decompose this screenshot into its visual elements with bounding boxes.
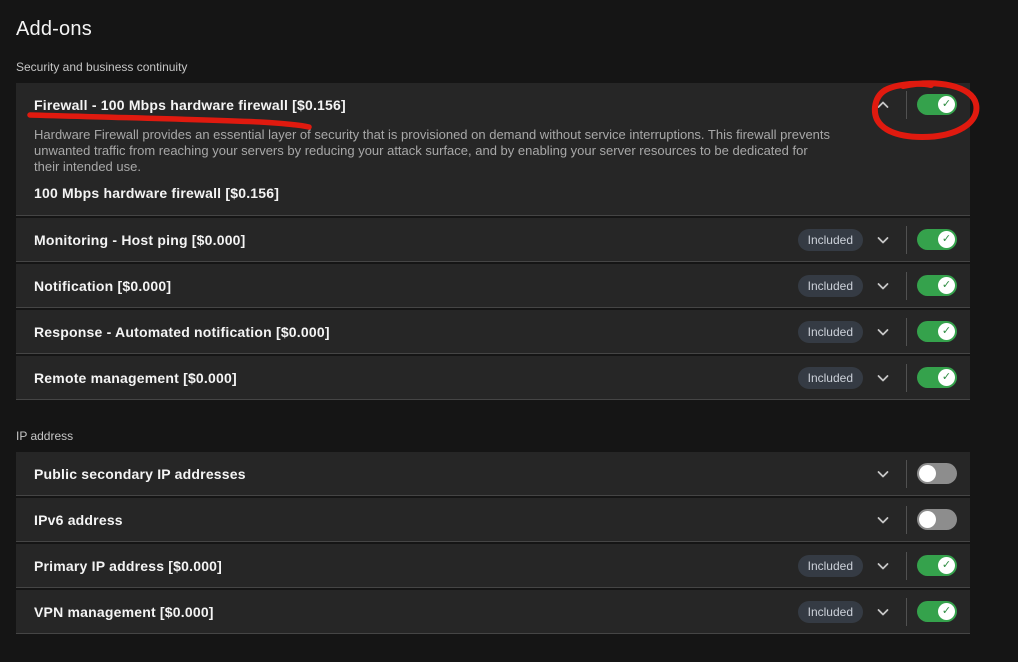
toggle-knob: ✓ [919,511,936,528]
included-badge: Included [798,321,863,343]
check-icon: ✓ [942,372,951,383]
toggle-knob: ✓ [919,465,936,482]
chevron-down-icon[interactable] [875,278,891,294]
addon-row-vpn-management[interactable]: VPN management [$0.000] Included ✓ [16,590,970,633]
firewall-details: Hardware Firewall provides an essential … [16,127,970,215]
toggle-primary-ip[interactable]: ✓ [917,555,957,576]
included-badge: Included [798,367,863,389]
page-title: Add-ons [16,0,970,41]
check-icon: ✓ [942,560,951,571]
addon-row-ipv6[interactable]: IPv6 address ✓ [16,498,970,541]
check-icon: ✓ [942,326,951,337]
divider [906,598,907,626]
included-badge: Included [798,275,863,297]
addon-title: Notification [$0.000] [34,278,171,294]
chevron-down-icon[interactable] [875,558,891,574]
addon-card-notification: Notification [$0.000] Included ✓ [16,264,970,308]
divider [906,506,907,534]
divider [906,226,907,254]
addon-card-remote-management: Remote management [$0.000] Included ✓ [16,356,970,400]
toggle-monitoring[interactable]: ✓ [917,229,957,250]
divider [906,272,907,300]
firewall-description: Hardware Firewall provides an essential … [34,127,832,175]
addon-title: IPv6 address [34,512,123,528]
addon-card-ipv6: IPv6 address ✓ [16,498,970,542]
addon-card-vpn-management: VPN management [$0.000] Included ✓ [16,590,970,634]
toggle-knob: ✓ [938,369,955,386]
section-label-security: Security and business continuity [16,60,970,74]
addon-row-remote-management[interactable]: Remote management [$0.000] Included ✓ [16,356,970,399]
addon-title: VPN management [$0.000] [34,604,214,620]
addon-card-monitoring: Monitoring - Host ping [$0.000] Included… [16,218,970,262]
addon-card-firewall: Firewall - 100 Mbps hardware firewall [$… [16,83,970,216]
addon-title: Primary IP address [$0.000] [34,558,222,574]
divider [906,364,907,392]
addons-panel: Add-ons Security and business continuity… [16,0,970,634]
chevron-down-icon[interactable] [875,370,891,386]
toggle-ipv6[interactable]: ✓ [917,509,957,530]
toggle-remote-management[interactable]: ✓ [917,367,957,388]
chevron-down-icon[interactable] [875,232,891,248]
included-badge: Included [798,555,863,577]
toggle-vpn-management[interactable]: ✓ [917,601,957,622]
check-icon: ✓ [942,99,951,110]
addon-title: Firewall - 100 Mbps hardware firewall [$… [34,97,346,113]
divider [906,460,907,488]
toggle-knob: ✓ [938,323,955,340]
toggle-public-secondary-ip[interactable]: ✓ [917,463,957,484]
divider [906,318,907,346]
chevron-down-icon[interactable] [875,324,891,340]
toggle-knob: ✓ [938,603,955,620]
addon-title: Public secondary IP addresses [34,466,246,482]
included-badge: Included [798,601,863,623]
addon-title: Monitoring - Host ping [$0.000] [34,232,246,248]
divider [906,552,907,580]
section-label-ip-address: IP address [16,429,970,443]
firewall-selected-option: 100 Mbps hardware firewall [$0.156] [34,185,952,201]
chevron-down-icon[interactable] [875,466,891,482]
addon-row-notification[interactable]: Notification [$0.000] Included ✓ [16,264,970,307]
addon-card-primary-ip: Primary IP address [$0.000] Included ✓ [16,544,970,588]
chevron-down-icon[interactable] [875,604,891,620]
check-icon: ✓ [942,606,951,617]
included-badge: Included [798,229,863,251]
addon-row-firewall[interactable]: Firewall - 100 Mbps hardware firewall [$… [16,83,970,126]
toggle-knob: ✓ [938,557,955,574]
chevron-down-icon[interactable] [875,512,891,528]
check-icon: ✓ [942,280,951,291]
addon-row-response[interactable]: Response - Automated notification [$0.00… [16,310,970,353]
toggle-knob: ✓ [938,277,955,294]
divider [906,91,907,119]
toggle-firewall[interactable]: ✓ [917,94,957,115]
addon-row-monitoring[interactable]: Monitoring - Host ping [$0.000] Included… [16,218,970,261]
toggle-response[interactable]: ✓ [917,321,957,342]
chevron-up-icon[interactable] [875,97,891,113]
addon-row-primary-ip[interactable]: Primary IP address [$0.000] Included ✓ [16,544,970,587]
toggle-notification[interactable]: ✓ [917,275,957,296]
addon-title: Response - Automated notification [$0.00… [34,324,330,340]
toggle-knob: ✓ [938,96,955,113]
toggle-knob: ✓ [938,231,955,248]
addon-title: Remote management [$0.000] [34,370,237,386]
check-icon: ✓ [942,234,951,245]
addon-card-response: Response - Automated notification [$0.00… [16,310,970,354]
addon-row-public-secondary-ip[interactable]: Public secondary IP addresses ✓ [16,452,970,495]
addon-card-public-secondary-ip: Public secondary IP addresses ✓ [16,452,970,496]
